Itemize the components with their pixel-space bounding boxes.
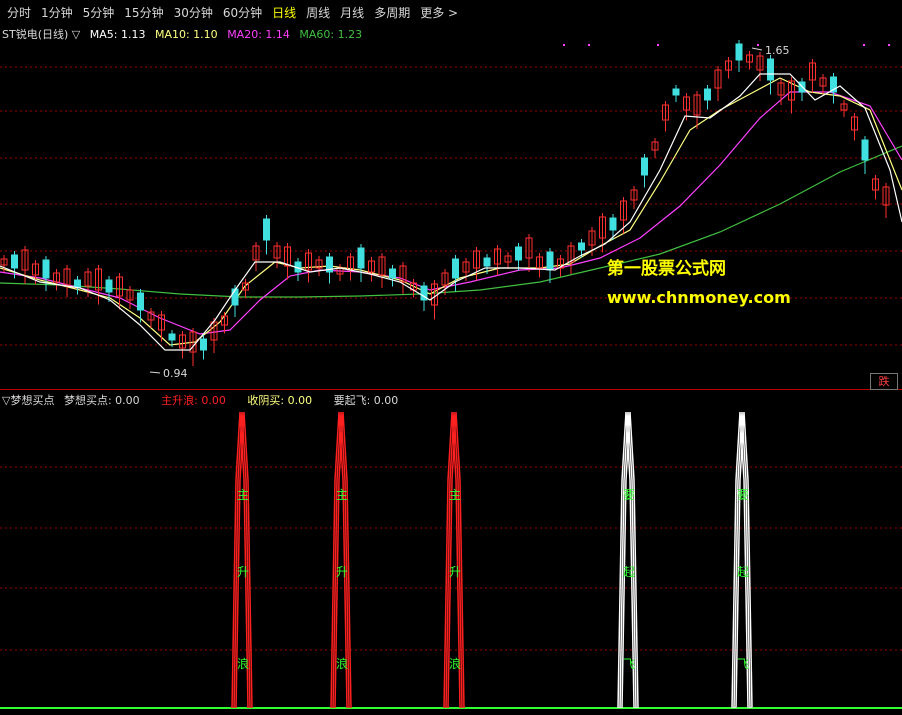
signal-char: 要 xyxy=(623,488,635,502)
high-arrow xyxy=(751,47,763,51)
signal-char: 升 xyxy=(336,565,348,579)
signal-dot xyxy=(757,44,759,46)
signal-char: 升 xyxy=(449,565,461,579)
indicator-panel: 主升浪主升浪主升浪要起飞要起飞 xyxy=(231,411,753,709)
signal-char: 飞 xyxy=(737,657,749,671)
signal-char: 浪 xyxy=(237,656,249,671)
signal-char: 起 xyxy=(623,565,635,579)
candle-body xyxy=(483,257,491,267)
candle-body xyxy=(704,88,711,101)
ma5-line xyxy=(0,73,902,351)
watermark-title: 第一股票公式网 xyxy=(607,259,726,279)
indicator-value-zhushenglang: 主升浪: 0.00 xyxy=(161,394,226,407)
candle-body xyxy=(735,43,743,61)
candle-body xyxy=(861,139,869,161)
kline-chart-area[interactable]: 1.65 0.94 主升浪主升浪主升浪要起飞要起飞 xyxy=(0,0,902,715)
signal-char: 要 xyxy=(737,488,749,502)
signal-char: 主 xyxy=(449,488,461,502)
signal-char: 浪 xyxy=(336,656,348,671)
ma5-path xyxy=(0,73,902,351)
candle-body xyxy=(357,247,365,269)
candle-body xyxy=(231,288,239,306)
candle-body xyxy=(578,242,585,251)
ma60-path xyxy=(0,145,902,298)
candle-body xyxy=(389,268,396,279)
candle-body xyxy=(546,251,554,271)
signal-char: 起 xyxy=(737,565,749,579)
candle-body xyxy=(74,279,81,288)
candle-body xyxy=(263,218,270,241)
signal-dot xyxy=(863,44,865,46)
candle-body xyxy=(672,88,680,96)
signal-dot xyxy=(563,44,565,46)
signal-spike: 主升浪 xyxy=(330,411,352,709)
signal-char: 主 xyxy=(237,488,249,502)
signal-spike: 主升浪 xyxy=(231,411,253,709)
indicator-legend: ▽梦想买点 梦想买点: 0.00 主升浪: 0.00 收阴买: 0.00 要起飞… xyxy=(2,392,404,408)
candle-body xyxy=(105,279,113,293)
candle-body xyxy=(452,258,459,279)
candle-body xyxy=(767,58,774,81)
indicator-value-0: 梦想买点: 0.00 xyxy=(63,394,140,407)
candle-body xyxy=(11,254,18,269)
low-arrow xyxy=(149,371,161,374)
price-markers: 1.65 0.94 xyxy=(163,44,790,380)
ma60-line xyxy=(0,145,902,298)
signal-dot xyxy=(888,44,890,46)
signal-char: 升 xyxy=(237,565,249,579)
indicator-value-yaoqifei: 要起飞: 0.00 xyxy=(333,394,399,407)
signal-dot xyxy=(657,44,659,46)
chart-gridlines xyxy=(0,66,902,709)
candle-body xyxy=(137,292,144,311)
watermark-url: www.chnmoney.com xyxy=(607,288,791,307)
candle-body xyxy=(42,259,50,279)
signal-char: 飞 xyxy=(623,657,635,671)
signal-spike: 要起飞 xyxy=(731,411,753,709)
candle-body xyxy=(609,217,617,231)
fall-button[interactable]: 跌 xyxy=(870,373,898,390)
candle-body xyxy=(200,338,207,351)
signal-char: 主 xyxy=(336,488,348,502)
indicator-value-shouyinmai: 收阴买: 0.00 xyxy=(247,394,313,407)
signal-char: 浪 xyxy=(449,656,461,671)
signal-dot xyxy=(588,44,590,46)
high-price-label: 1.65 xyxy=(765,44,790,57)
signal-spike: 要起飞 xyxy=(617,411,639,709)
candle-body xyxy=(515,246,522,261)
low-price-label: 0.94 xyxy=(163,367,188,380)
indicator-name[interactable]: ▽梦想买点 xyxy=(2,394,54,407)
candle-body xyxy=(641,157,648,176)
candle-body xyxy=(168,333,176,341)
signal-spike: 主升浪 xyxy=(443,411,465,709)
panel-divider[interactable] xyxy=(0,389,902,390)
